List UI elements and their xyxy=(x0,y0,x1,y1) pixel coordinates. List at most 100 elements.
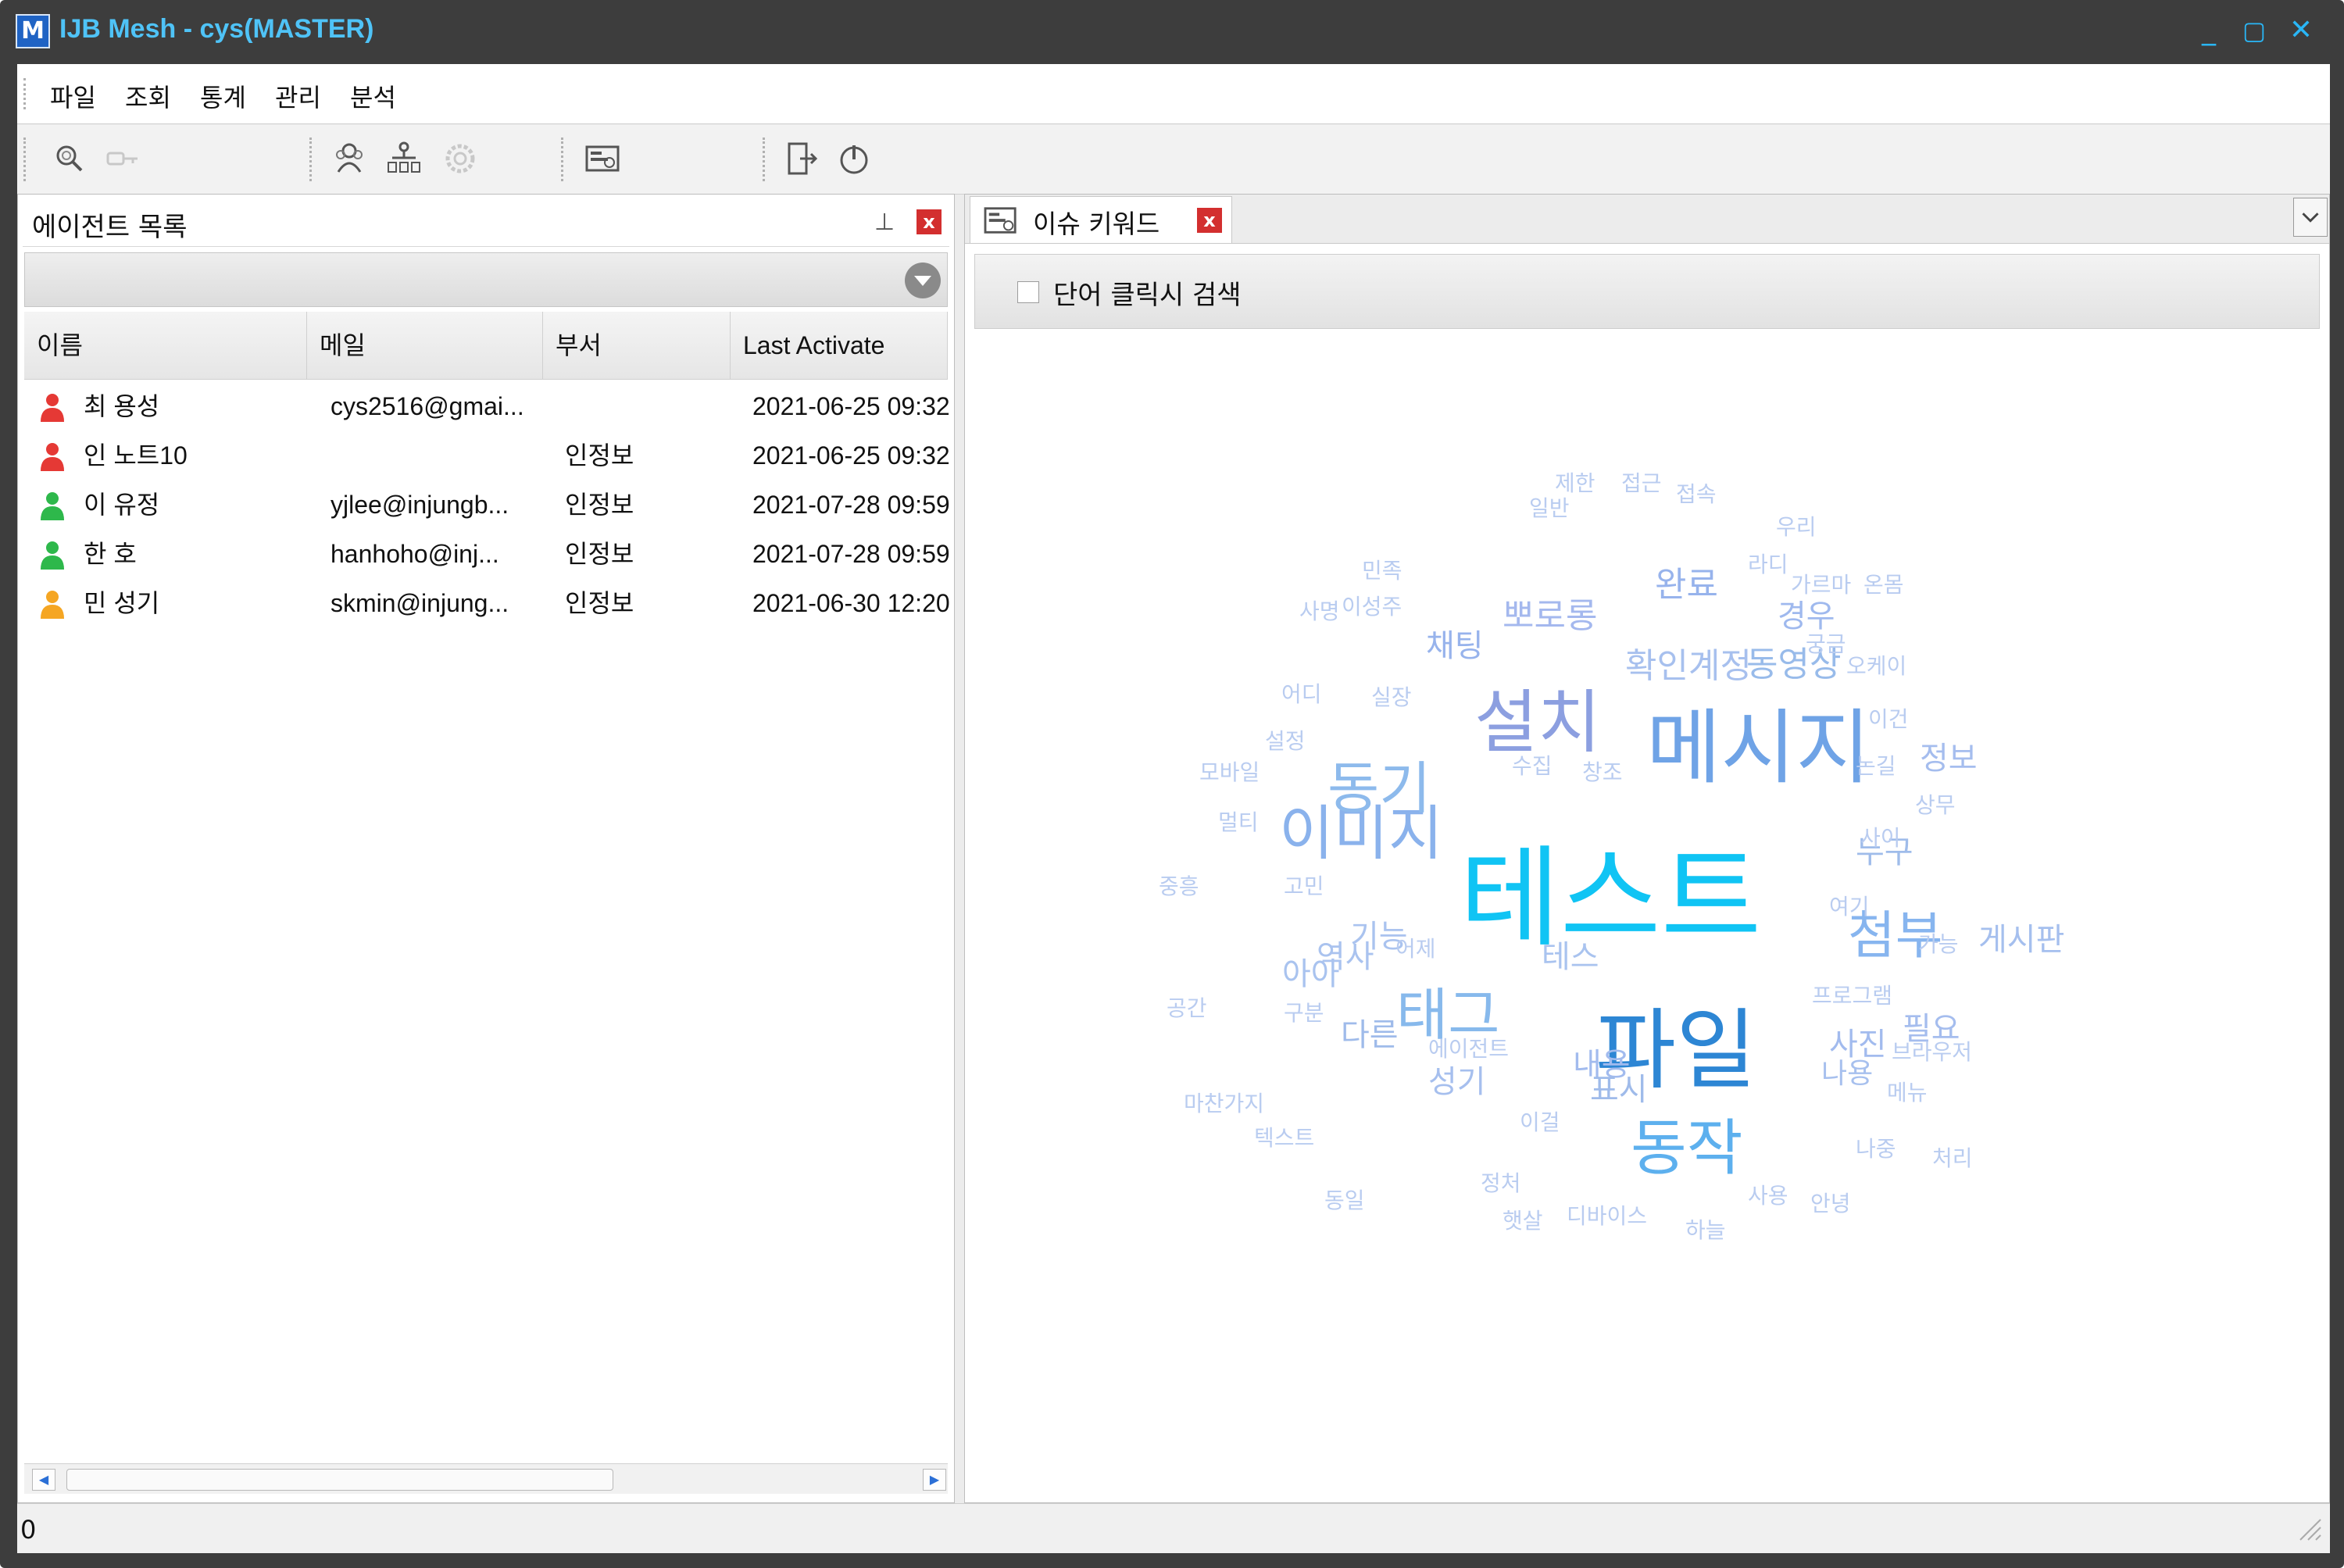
search-on-click-checkbox[interactable] xyxy=(1017,281,1039,303)
keyword-word[interactable]: 실장 xyxy=(1371,687,1412,709)
keyword-word[interactable]: 표시 xyxy=(1590,1074,1648,1105)
keyword-word[interactable]: 라디 xyxy=(1748,554,1788,576)
keyword-word[interactable]: 창조 xyxy=(1582,762,1623,784)
keyword-word[interactable]: 안녕 xyxy=(1810,1193,1851,1215)
keyword-word[interactable]: 채팅 xyxy=(1426,630,1484,662)
keyword-word[interactable]: 처리 xyxy=(1932,1148,1973,1170)
column-header-name[interactable]: 이름 xyxy=(24,312,307,379)
keyword-word[interactable]: 사명 xyxy=(1299,601,1340,623)
table-row[interactable]: 한 호 hanhoho@inj... 인정보 2021-07-28 09:59 xyxy=(24,530,950,579)
keyword-word[interactable]: 확인계정 xyxy=(1625,649,1752,684)
keyword-word[interactable]: 우리 xyxy=(1776,516,1817,538)
gear-icon[interactable] xyxy=(441,139,480,178)
keyword-word[interactable]: 접근 xyxy=(1621,473,1662,495)
agent-filter-bar[interactable] xyxy=(24,252,948,307)
keyword-word[interactable]: 게시판 xyxy=(1978,924,2064,955)
keyword-word[interactable]: 구분 xyxy=(1284,1002,1324,1024)
keyword-word[interactable]: 테스트 xyxy=(1460,845,1761,954)
logout-icon[interactable] xyxy=(781,139,820,178)
tab-list-chevron-down-icon[interactable] xyxy=(2293,198,2328,237)
chevron-down-icon[interactable] xyxy=(905,263,941,298)
table-row[interactable]: 최 용성 cys2516@gmai... 2021-06-25 09:32 xyxy=(24,382,950,431)
scroll-right-button[interactable]: ▶ xyxy=(923,1469,946,1491)
horizontal-scrollbar[interactable]: ◀ ▶ xyxy=(24,1463,948,1494)
resize-grip-icon[interactable] xyxy=(2296,1515,2322,1541)
menu-file[interactable]: 파일 xyxy=(50,78,96,114)
keyword-word[interactable]: 이걸 xyxy=(1520,1112,1560,1134)
agent-panel-close-button[interactable]: x xyxy=(917,209,942,234)
keyword-word[interactable]: 중흥 xyxy=(1159,876,1199,898)
keyword-word[interactable]: 브라우저 xyxy=(1892,1041,1972,1063)
keyword-word[interactable]: 접속 xyxy=(1676,484,1717,505)
keyword-word[interactable]: 상무 xyxy=(1915,795,1956,816)
minimize-button[interactable]: _ xyxy=(2189,11,2228,50)
keyword-word[interactable]: 가르마 xyxy=(1791,574,1851,596)
keyword-word[interactable]: 햇살 xyxy=(1503,1210,1543,1232)
menu-grip[interactable] xyxy=(23,78,30,109)
keyword-word[interactable]: 사이 xyxy=(1860,827,1901,849)
close-button[interactable]: ✕ xyxy=(2281,11,2321,50)
scroll-thumb[interactable] xyxy=(66,1469,613,1491)
keyword-word[interactable]: 공간 xyxy=(1167,998,1207,1020)
keyword-word[interactable]: 태그 xyxy=(1396,987,1499,1043)
column-header-last-activate[interactable]: Last Activate xyxy=(731,312,948,379)
keyword-word[interactable]: 정보 xyxy=(1920,743,1978,774)
keyword-word[interactable]: 여기 xyxy=(1829,896,1870,918)
keyword-word[interactable]: 에이전트 xyxy=(1428,1038,1509,1060)
title-bar[interactable]: M IJB Mesh - cys(MASTER) _ ▢ ✕ xyxy=(0,0,2344,64)
org-chart-icon[interactable] xyxy=(384,139,423,178)
keyword-word[interactable]: 이성주 xyxy=(1342,596,1402,618)
toolbar-grip[interactable] xyxy=(23,138,30,181)
key-icon[interactable] xyxy=(103,139,142,178)
tab-close-button[interactable]: x xyxy=(1197,208,1222,233)
keyword-word[interactable]: 고민 xyxy=(1284,876,1324,898)
keyword-word[interactable]: 동기 xyxy=(1327,760,1431,816)
keyword-word[interactable]: 수집 xyxy=(1512,755,1553,777)
scroll-left-button[interactable]: ◀ xyxy=(32,1469,55,1491)
menu-query[interactable]: 조회 xyxy=(125,78,171,114)
table-row[interactable]: 인 노트10 인정보 2021-06-25 09:32 xyxy=(24,431,950,480)
keyword-word[interactable]: 메뉴 xyxy=(1887,1082,1928,1104)
keyword-word[interactable]: 텍스트 xyxy=(1254,1127,1314,1149)
table-row[interactable]: 민 성기 skmin@injung... 인정보 2021-06-30 12:20 xyxy=(24,579,950,628)
keyword-word[interactable]: 다른 xyxy=(1341,1020,1399,1051)
column-header-email[interactable]: 메일 xyxy=(307,312,543,379)
menu-manage[interactable]: 관리 xyxy=(275,78,321,114)
keyword-word[interactable]: 어디 xyxy=(1281,684,1322,705)
keyword-word[interactable]: 멀티 xyxy=(1218,812,1259,834)
keyword-word[interactable]: 마찬가지 xyxy=(1184,1093,1264,1115)
table-row[interactable]: 이 유정 yjlee@injungb... 인정보 2021-07-28 09:59 xyxy=(24,480,950,530)
keyword-word[interactable]: 일반 xyxy=(1529,498,1570,520)
keyword-word[interactable]: 뽀로롱 xyxy=(1503,599,1597,634)
keyword-word[interactable]: 모바일 xyxy=(1199,762,1260,784)
keyword-word[interactable]: 온몸 xyxy=(1863,574,1904,596)
keyword-word[interactable]: 완료 xyxy=(1655,568,1718,602)
keyword-word[interactable]: 메시지 xyxy=(1646,707,1871,788)
keyword-word[interactable]: 동작 xyxy=(1631,1118,1743,1179)
keyword-word[interactable]: 나중 xyxy=(1856,1138,1896,1160)
keyword-word[interactable]: 사용 xyxy=(1748,1185,1788,1207)
menu-analysis[interactable]: 분석 xyxy=(350,78,396,114)
keyword-report-icon[interactable] xyxy=(583,139,622,178)
keyword-word[interactable]: 경우 xyxy=(1778,601,1835,632)
keyword-word[interactable]: 역사 xyxy=(1317,941,1374,973)
search-icon[interactable] xyxy=(50,139,89,178)
keyword-word[interactable]: 동일 xyxy=(1324,1190,1365,1212)
keyword-word[interactable]: 이건 xyxy=(1868,709,1909,730)
keyword-word[interactable]: 하늘 xyxy=(1685,1220,1726,1241)
maximize-button[interactable]: ▢ xyxy=(2235,11,2274,50)
keyword-word[interactable]: 정처 xyxy=(1481,1173,1521,1195)
keyword-word[interactable]: 디바이스 xyxy=(1567,1205,1647,1227)
users-icon[interactable] xyxy=(330,139,369,178)
keyword-word[interactable]: 논길 xyxy=(1856,755,1896,777)
keyword-word[interactable]: 가능 xyxy=(1918,934,1959,955)
keyword-word[interactable]: 설정 xyxy=(1265,730,1306,752)
column-header-dept[interactable]: 부서 xyxy=(543,312,731,379)
keyword-word[interactable]: 사진 xyxy=(1829,1029,1887,1060)
menu-stats[interactable]: 통계 xyxy=(200,78,246,114)
pin-icon[interactable]: ⊥ xyxy=(874,209,901,237)
keyword-word[interactable]: 오케이 xyxy=(1846,655,1906,677)
keyword-word[interactable]: 프로그램 xyxy=(1812,985,1892,1007)
keyword-word[interactable]: 어제 xyxy=(1395,938,1436,960)
tab-issue-keywords[interactable]: 이슈 키워드 x xyxy=(970,196,1232,243)
